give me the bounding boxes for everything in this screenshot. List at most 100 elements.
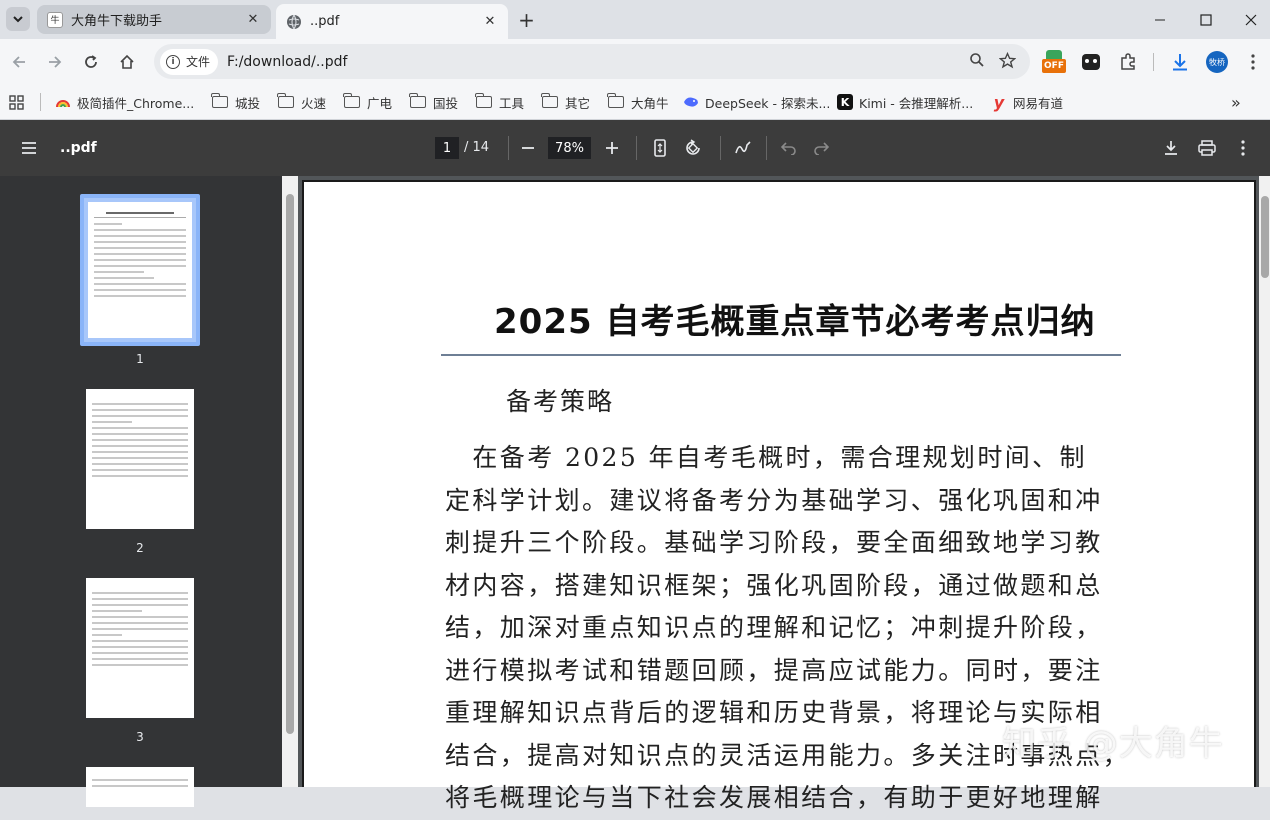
bookmark-kimi[interactable]: K Kimi - 会推理解析... bbox=[837, 92, 973, 112]
bull-favicon-icon: 牛 bbox=[47, 11, 63, 28]
pdf-title: ..pdf bbox=[60, 140, 97, 156]
fit-page-icon bbox=[654, 139, 666, 157]
ext-badge: OFF bbox=[1042, 59, 1066, 73]
close-icon[interactable]: ✕ bbox=[482, 14, 498, 30]
printer-icon bbox=[1198, 140, 1216, 156]
toolbar-separator bbox=[508, 136, 509, 160]
tab-search-button[interactable] bbox=[6, 7, 30, 31]
bookmark-chrome-plugin[interactable]: 极简插件_Chrome... bbox=[55, 92, 194, 112]
plus-icon bbox=[606, 142, 618, 154]
tab-title: ..pdf bbox=[310, 14, 340, 29]
thumbnail-number: 3 bbox=[136, 730, 144, 744]
apps-button[interactable] bbox=[9, 92, 24, 112]
folder-icon bbox=[409, 93, 426, 108]
bookmark-folder-qita[interactable]: 其它 bbox=[541, 92, 591, 112]
redo-icon bbox=[814, 142, 829, 155]
toolbar-separator bbox=[720, 136, 721, 160]
print-button[interactable] bbox=[1196, 137, 1218, 159]
bookmark-divider bbox=[40, 93, 41, 111]
url-text[interactable]: F:/download/..pdf bbox=[227, 54, 347, 70]
scrollbar-thumb[interactable] bbox=[286, 194, 294, 734]
undo-button[interactable] bbox=[778, 137, 800, 159]
globe-icon bbox=[287, 14, 301, 29]
zoom-search-icon[interactable] bbox=[969, 52, 985, 68]
more-bookmarks-button[interactable]: » bbox=[1231, 92, 1241, 112]
bookmark-label: 其它 bbox=[565, 95, 591, 111]
menu-dots-icon[interactable] bbox=[1240, 49, 1266, 75]
tab-download-helper[interactable]: 牛 大角牛下载助手 ✕ bbox=[37, 5, 271, 34]
paragraph-line: 刺提升三个阶段。基础学习阶段，要全面细致地学习教 bbox=[445, 528, 1103, 557]
extension-off-icon[interactable]: OFF bbox=[1041, 49, 1067, 75]
folder-icon bbox=[211, 93, 228, 108]
toolbar-separator bbox=[636, 136, 637, 160]
apps-grid-icon bbox=[9, 94, 24, 110]
bookmark-deepseek[interactable]: DeepSeek - 探索未... bbox=[683, 92, 830, 112]
address-bar[interactable]: i 文件 F:/download/..pdf bbox=[154, 44, 1030, 79]
rotate-icon bbox=[686, 139, 700, 155]
toolbar-divider bbox=[1153, 53, 1154, 71]
annotate-button[interactable] bbox=[732, 137, 754, 159]
double-chevron-right-icon: » bbox=[1231, 92, 1241, 112]
pdf-download-button[interactable] bbox=[1160, 137, 1182, 159]
page-total: / 14 bbox=[464, 140, 490, 155]
rotate-button[interactable] bbox=[682, 137, 704, 159]
fit-page-button[interactable] bbox=[649, 137, 671, 159]
folder-icon bbox=[475, 93, 492, 108]
profile-avatar[interactable]: 牧桥 bbox=[1204, 49, 1230, 75]
zoom-level-input[interactable]: 78% bbox=[548, 137, 591, 159]
back-button[interactable] bbox=[5, 48, 33, 76]
document-scrollbar[interactable] bbox=[1259, 176, 1270, 787]
new-tab-button[interactable]: + bbox=[513, 7, 540, 32]
thumbnail-sidebar: 1 2 3 bbox=[0, 176, 282, 807]
minimize-icon bbox=[1155, 19, 1165, 20]
chevron-down-icon bbox=[13, 16, 23, 23]
extension-cat-icon[interactable] bbox=[1078, 49, 1104, 75]
redo-button[interactable] bbox=[810, 137, 832, 159]
page-number-input[interactable]: 1 bbox=[435, 137, 459, 159]
download-icon[interactable] bbox=[1167, 49, 1193, 75]
kimi-k-icon: K bbox=[837, 94, 853, 110]
bookmark-folder-huosu[interactable]: 火速 bbox=[277, 92, 326, 112]
close-icon[interactable]: ✕ bbox=[245, 12, 261, 28]
info-icon: i bbox=[166, 54, 180, 69]
thumbnail-page-2[interactable] bbox=[86, 389, 194, 529]
bookmark-label: 工具 bbox=[499, 95, 525, 111]
paragraph-line: 结，加深对重点知识点的理解和记忆；冲刺提升阶段， bbox=[445, 613, 1103, 642]
maximize-button[interactable] bbox=[1183, 0, 1229, 39]
extensions-puzzle-icon[interactable] bbox=[1115, 49, 1141, 75]
zoom-in-button[interactable] bbox=[601, 137, 623, 159]
paragraph-line: 将毛概理论与当下社会发展相结合，有助于更好地理解 bbox=[445, 783, 1103, 812]
arrow-left-icon bbox=[12, 56, 25, 68]
thumbnail-page-1[interactable] bbox=[88, 202, 192, 338]
site-info-chip[interactable]: i 文件 bbox=[160, 48, 219, 75]
scrollbar-thumb[interactable] bbox=[1261, 196, 1269, 278]
arrow-right-icon bbox=[49, 56, 62, 68]
bookmark-star-icon[interactable] bbox=[999, 52, 1016, 69]
bookmark-youdao[interactable]: y 网易有道 bbox=[991, 92, 1063, 112]
zoom-out-button[interactable] bbox=[517, 137, 539, 159]
folder-icon bbox=[607, 93, 624, 108]
thumbnail-page-3[interactable] bbox=[86, 578, 194, 718]
thumbnail-page-4[interactable] bbox=[86, 767, 194, 807]
bookmark-label: 广电 bbox=[367, 95, 393, 111]
bookmark-folder-gongju[interactable]: 工具 bbox=[475, 92, 525, 112]
close-icon bbox=[1245, 14, 1257, 25]
bookmark-folder-dajiaoniu[interactable]: 大角牛 bbox=[607, 92, 669, 112]
document-title: 2025 自考毛概重点章节必考考点归纳 bbox=[494, 302, 1096, 342]
tab-strip: 牛 大角牛下载助手 ✕ ..pdf ✕ + bbox=[0, 0, 1270, 39]
bookmark-folder-guotou[interactable]: 国投 bbox=[409, 92, 458, 112]
bookmark-folder-chengtou[interactable]: 城投 bbox=[211, 92, 260, 112]
forward-button[interactable] bbox=[41, 48, 69, 76]
sidebar-menu-icon[interactable] bbox=[18, 137, 40, 159]
title-rule bbox=[441, 354, 1121, 356]
tab-pdf[interactable]: ..pdf ✕ bbox=[276, 4, 508, 39]
paragraph-line: 在备考 2025 年自考毛概时，需合理规划时间、制 bbox=[445, 443, 1087, 472]
minimize-button[interactable] bbox=[1137, 0, 1183, 39]
reload-button[interactable] bbox=[77, 48, 105, 76]
pdf-more-icon[interactable] bbox=[1232, 137, 1254, 159]
bookmark-folder-guangdian[interactable]: 广电 bbox=[343, 92, 393, 112]
sidebar-scrollbar[interactable] bbox=[282, 176, 298, 787]
close-window-button[interactable] bbox=[1228, 0, 1270, 39]
chip-label: 文件 bbox=[186, 55, 211, 69]
home-button[interactable] bbox=[113, 48, 141, 76]
